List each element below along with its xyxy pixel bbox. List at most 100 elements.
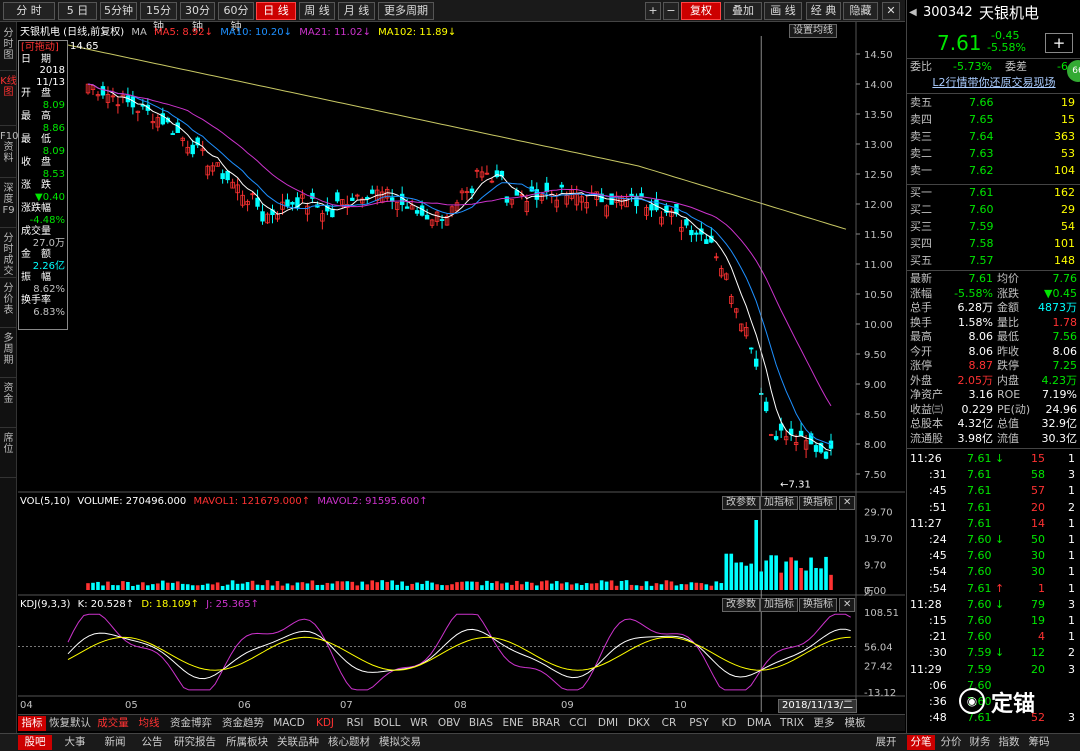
chart-area[interactable]: 14.50 14.00 13.50 13.00 12.50 12.00 11.50 11.00… bbox=[18, 22, 905, 713]
vol-close-icon[interactable]: ✕ bbox=[839, 496, 856, 510]
leftrail-item-6[interactable]: 多周期 bbox=[0, 330, 17, 378]
info-drag-title[interactable]: [可拖动] bbox=[21, 42, 65, 54]
period-tab-6[interactable]: 日 线 bbox=[256, 2, 296, 20]
bottom-tab-1[interactable]: 大事 bbox=[58, 735, 92, 750]
vol-tick-label: 29.70 bbox=[864, 507, 893, 518]
bottom-right-tab-1[interactable]: 分笔 bbox=[907, 735, 935, 750]
vol-tick-label: 19.70 bbox=[864, 534, 893, 545]
leftrail-item-0[interactable]: 分时图 bbox=[0, 25, 17, 71]
bottom-right-tab-0[interactable]: 展开 bbox=[870, 735, 902, 750]
l2-link[interactable]: L2行情带你还原交易现场 bbox=[907, 76, 1080, 90]
ask-price[interactable]: 7.62 bbox=[969, 164, 994, 178]
indicator-tab-18[interactable]: CR bbox=[656, 716, 682, 731]
indicator-tab-13[interactable]: ENE bbox=[498, 716, 528, 731]
vol-switch-indicator-button[interactable]: 换指标 bbox=[799, 496, 837, 510]
indicator-tab-16[interactable]: DMI bbox=[594, 716, 622, 731]
indicator-tab-8[interactable]: RSI bbox=[342, 716, 368, 731]
indicator-tab-12[interactable]: BIAS bbox=[466, 716, 496, 731]
ask-price[interactable]: 7.65 bbox=[969, 113, 994, 127]
indicator-tab-24[interactable]: 模板 bbox=[840, 716, 870, 731]
vol-add-indicator-button[interactable]: 加指标 bbox=[760, 496, 798, 510]
leftrail-item-2[interactable]: F10资料 bbox=[0, 128, 18, 178]
kdj-add-indicator-button[interactable]: 加指标 bbox=[760, 598, 798, 612]
prev-arrow-icon[interactable]: ◀ bbox=[909, 4, 917, 22]
kdj-params-button[interactable]: 改参数 bbox=[722, 598, 760, 612]
period-tab-1[interactable]: 5 日 bbox=[58, 2, 97, 20]
period-tab-4[interactable]: 30分钟 bbox=[180, 2, 215, 33]
bid-price[interactable]: 7.57 bbox=[969, 254, 994, 268]
toolbar-btn-4[interactable]: 画 线 bbox=[764, 2, 802, 20]
leftrail-item-1[interactable]: K线图 bbox=[0, 73, 17, 126]
period-tab-7[interactable]: 周 线 bbox=[299, 2, 335, 20]
indicator-tab-5[interactable]: 资金趋势 bbox=[218, 716, 268, 731]
toolbar-btn-1[interactable]: − bbox=[663, 2, 679, 20]
kdj-switch-indicator-button[interactable]: 换指标 bbox=[799, 598, 837, 612]
leftrail-item-7[interactable]: 资金 bbox=[0, 380, 17, 428]
bottom-tab-7[interactable]: 核心题材 bbox=[324, 735, 374, 750]
bid-price[interactable]: 7.60 bbox=[969, 203, 994, 217]
bottom-tab-2[interactable]: 新闻 bbox=[98, 735, 132, 750]
kdj-close-icon[interactable]: ✕ bbox=[839, 598, 856, 612]
bottom-tab-8[interactable]: 模拟交易 bbox=[375, 735, 425, 750]
volume-bar bbox=[126, 581, 130, 590]
indicator-tab-21[interactable]: DMA bbox=[744, 716, 774, 731]
info-box[interactable]: [可拖动] 日 期 2018 11/13 开 盘 8.09 最 高 8.86 最… bbox=[18, 40, 68, 330]
indicator-tab-7[interactable]: KDJ bbox=[310, 716, 340, 731]
bottom-tab-5[interactable]: 所属板块 bbox=[222, 735, 272, 750]
toolbar-btn-3[interactable]: 叠加 bbox=[724, 2, 762, 20]
indicator-tab-11[interactable]: OBV bbox=[434, 716, 464, 731]
leftrail-item-8[interactable]: 席位 bbox=[0, 430, 17, 478]
leftrail-item-4[interactable]: 分时成交 bbox=[0, 230, 17, 278]
bottom-tab-3[interactable]: 公告 bbox=[138, 735, 166, 750]
indicator-tab-10[interactable]: WR bbox=[406, 716, 432, 731]
bottom-right-tab-2[interactable]: 分价 bbox=[937, 735, 965, 750]
ask-price[interactable]: 7.66 bbox=[969, 96, 994, 110]
period-tab-3[interactable]: 15分钟 bbox=[140, 2, 177, 33]
period-tab-9[interactable]: 更多周期 bbox=[378, 2, 434, 20]
bottom-right-tab-4[interactable]: 指数 bbox=[995, 735, 1023, 750]
indicator-tab-20[interactable]: KD bbox=[716, 716, 742, 731]
l2-link-text[interactable]: L2行情带你还原交易现场 bbox=[932, 76, 1055, 89]
bottom-tab-0[interactable]: 股吧 bbox=[18, 735, 52, 750]
close-icon[interactable]: ✕ bbox=[882, 2, 900, 20]
ask-price[interactable]: 7.63 bbox=[969, 147, 994, 161]
bid-price[interactable]: 7.61 bbox=[969, 186, 994, 200]
indicator-tab-1[interactable]: 恢复默认 bbox=[48, 716, 92, 731]
indicator-tab-23[interactable]: 更多 bbox=[810, 716, 838, 731]
bottom-tab-6[interactable]: 关联品种 bbox=[273, 735, 323, 750]
indicator-tab-14[interactable]: BRAR bbox=[530, 716, 562, 731]
period-tab-2[interactable]: 5分钟 bbox=[100, 2, 137, 20]
toolbar-btn-2[interactable]: 复权 bbox=[681, 2, 721, 20]
bid-price[interactable]: 7.59 bbox=[969, 220, 994, 234]
candle bbox=[828, 440, 834, 449]
indicator-tab-15[interactable]: CCI bbox=[564, 716, 592, 731]
period-tab-8[interactable]: 月 线 bbox=[338, 2, 375, 20]
indicator-tab-17[interactable]: DKX bbox=[624, 716, 654, 731]
bid-price[interactable]: 7.58 bbox=[969, 237, 994, 251]
indicator-tab-3[interactable]: 均线 bbox=[134, 716, 164, 731]
period-tab-0[interactable]: 分 时 bbox=[3, 2, 55, 20]
indicator-tab-22[interactable]: TRIX bbox=[776, 716, 808, 731]
volume-bar bbox=[639, 585, 644, 590]
toolbar-btn-0[interactable]: + bbox=[645, 2, 661, 20]
tick-volume: 20 bbox=[1031, 500, 1045, 514]
tick-count: 1 bbox=[1068, 452, 1075, 465]
bottom-right-tab-5[interactable]: 筹码 bbox=[1025, 735, 1053, 750]
indicator-tab-4[interactable]: 资金博弈 bbox=[166, 716, 216, 731]
bottom-tab-4[interactable]: 研究报告 bbox=[170, 735, 220, 750]
add-watchlist-button[interactable]: + bbox=[1045, 33, 1073, 53]
toolbar-btn-6[interactable]: 隐藏 bbox=[843, 2, 878, 20]
ma-settings-button[interactable]: 设置均线 bbox=[789, 24, 837, 38]
indicator-tab-6[interactable]: MACD bbox=[270, 716, 308, 731]
bottom-right-tab-3[interactable]: 财务 bbox=[966, 735, 994, 750]
leftrail-item-3[interactable]: 深度F9 bbox=[0, 180, 17, 228]
indicator-tab-19[interactable]: PSY bbox=[684, 716, 714, 731]
vol-params-button[interactable]: 改参数 bbox=[722, 496, 760, 510]
period-tab-5[interactable]: 60分钟 bbox=[218, 2, 254, 33]
indicator-tab-9[interactable]: BOLL bbox=[370, 716, 404, 731]
leftrail-item-5[interactable]: 分价表 bbox=[0, 280, 17, 328]
indicator-tab-0[interactable]: 指标 bbox=[18, 716, 46, 731]
indicator-tab-2[interactable]: 成交量 bbox=[94, 716, 132, 731]
toolbar-btn-5[interactable]: 经 典 bbox=[806, 2, 841, 20]
ask-price[interactable]: 7.64 bbox=[969, 130, 994, 144]
